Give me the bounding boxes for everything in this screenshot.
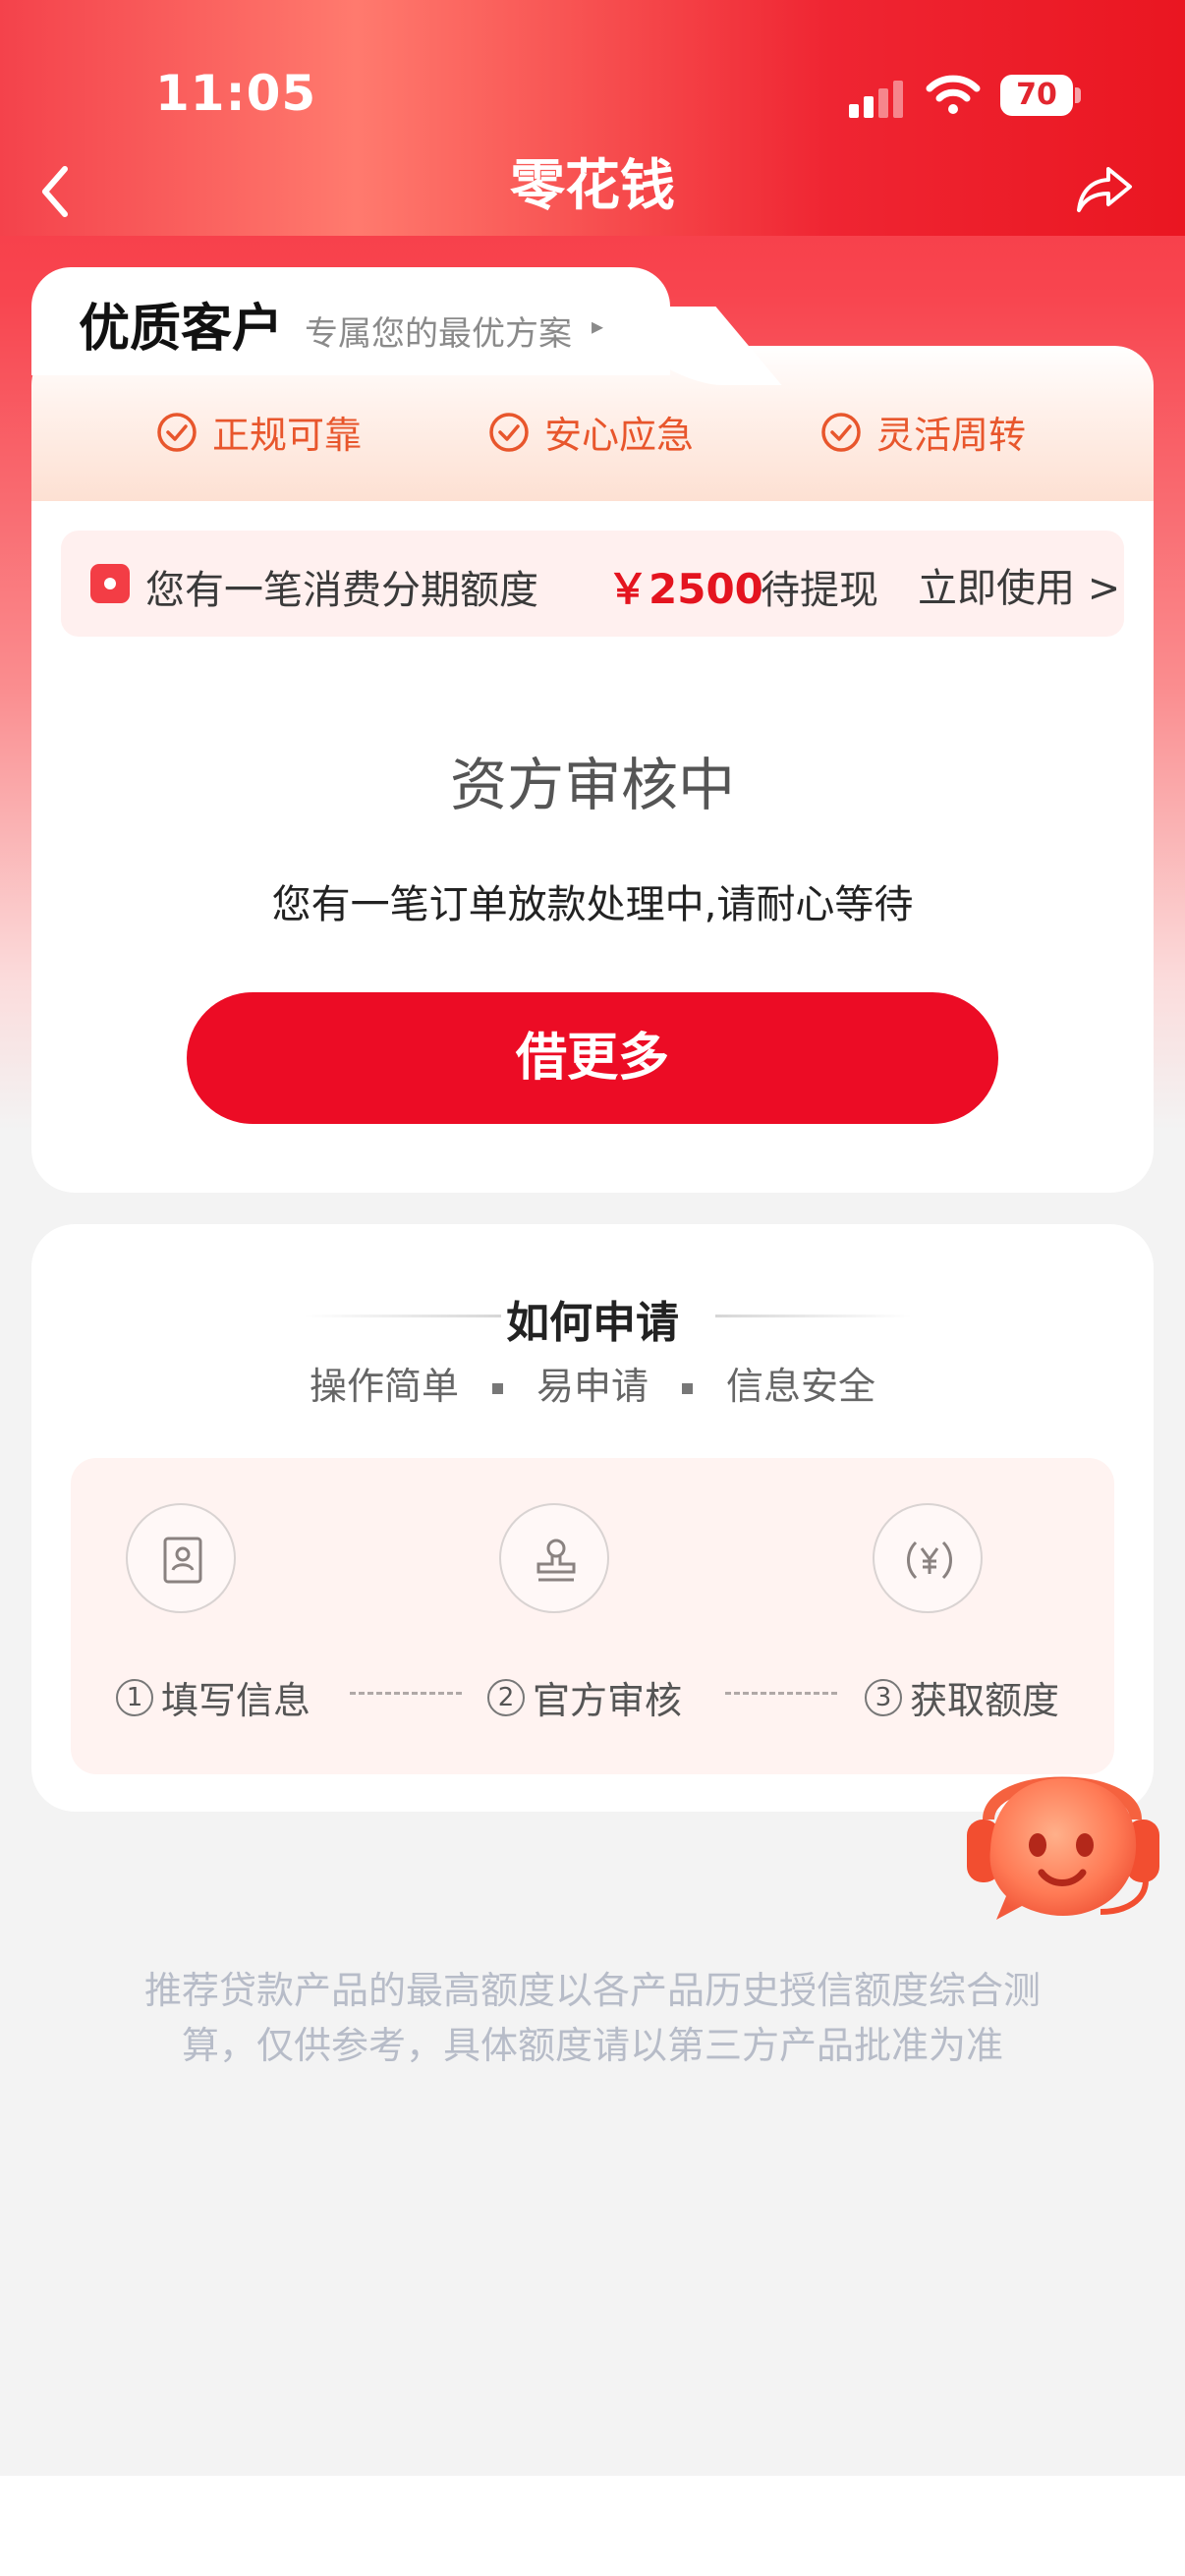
quota-banner[interactable]: 您有一笔消费分期额度 ￥2500 待提现 立即使用 > — [61, 531, 1124, 637]
step-label: 填写信息 — [161, 1679, 311, 1722]
divider — [715, 1315, 912, 1317]
stamp-icon — [499, 1503, 609, 1613]
yuan-icon — [873, 1503, 983, 1613]
form-icon — [126, 1503, 236, 1613]
step-item: 1 填写信息 — [116, 1670, 310, 1724]
feature-item: 安心应急 — [487, 405, 694, 459]
step-connector — [350, 1692, 462, 1695]
bullet — [491, 1383, 503, 1394]
customer-service-mascot-icon[interactable] — [953, 1743, 1175, 1935]
quota-text: 您有一笔消费分期额度 — [145, 568, 538, 613]
step-connector — [725, 1692, 837, 1695]
tag: 操作简单 — [309, 1365, 459, 1408]
how-to-apply-card: 如何申请 操作简单 易申请 信息安全 1 填写信息 2 官方审核 3 获取额度 — [31, 1224, 1154, 1812]
feature-item: 正规可靠 — [155, 405, 362, 459]
feature-label: 正规可靠 — [212, 414, 363, 457]
tag: 信息安全 — [726, 1365, 876, 1408]
step-number: 2 — [487, 1678, 525, 1716]
wifi-icon — [926, 75, 981, 114]
feature-item: 灵活周转 — [819, 405, 1026, 459]
tag: 易申请 — [536, 1365, 649, 1408]
vip-title: 优质客户 — [79, 300, 284, 359]
battery-level: 70 — [1016, 78, 1057, 112]
borrow-more-button[interactable]: 借更多 — [187, 992, 998, 1124]
check-circle-icon — [489, 412, 529, 452]
status-bar: 11:05 70 — [0, 0, 1185, 147]
step-item: 2 官方审核 — [487, 1670, 682, 1724]
review-status-title: 资方审核中 — [449, 752, 735, 818]
nav-bar: 零花钱 — [0, 147, 1185, 236]
apply-tags: 操作简单 易申请 信息安全 — [31, 1356, 1154, 1410]
quota-status: 待提现 — [761, 568, 878, 613]
feature-label: 安心应急 — [544, 414, 695, 457]
bottom-safe-area — [0, 2476, 1185, 2576]
vip-card: 优质客户 专属您的最优方案 ▸ 正规可靠 安心应急 灵活周转 您有一笔消费分期额… — [31, 267, 1154, 1193]
feature-list: 正规可靠 安心应急 灵活周转 — [31, 405, 1154, 483]
step-number: 1 — [116, 1678, 153, 1716]
step-label: 官方审核 — [533, 1679, 683, 1722]
cellular-signal-icon — [849, 81, 903, 118]
how-to-apply-title: 如何申请 — [506, 1298, 679, 1348]
red-envelope-icon — [90, 564, 130, 603]
battery-icon: 70 — [1000, 75, 1081, 116]
share-icon[interactable] — [1073, 161, 1136, 216]
step-number: 3 — [865, 1678, 902, 1716]
check-circle-icon — [157, 412, 197, 452]
bullet — [682, 1383, 693, 1394]
review-status-desc: 您有一笔订单放款处理中,请耐心等待 — [271, 882, 914, 927]
play-arrow-icon[interactable]: ▸ — [592, 312, 603, 340]
quota-amount: ￥2500 — [607, 565, 763, 613]
apply-steps: 1 填写信息 2 官方审核 3 获取额度 — [71, 1458, 1114, 1774]
disclaimer-text: 推荐贷款产品的最高额度以各产品历史授信额度综合测算，仅供参考，具体额度请以第三方… — [143, 1969, 1041, 2067]
page-title: 零花钱 — [510, 154, 675, 218]
feature-label: 灵活周转 — [876, 414, 1027, 457]
step-item: 3 获取额度 — [865, 1670, 1059, 1724]
use-now-link[interactable]: 立即使用 > — [918, 556, 1120, 613]
step-label: 获取额度 — [910, 1679, 1060, 1722]
vip-subtitle[interactable]: 专属您的最优方案 — [305, 307, 572, 355]
status-time: 11:05 — [155, 65, 317, 122]
check-circle-icon — [821, 412, 861, 452]
